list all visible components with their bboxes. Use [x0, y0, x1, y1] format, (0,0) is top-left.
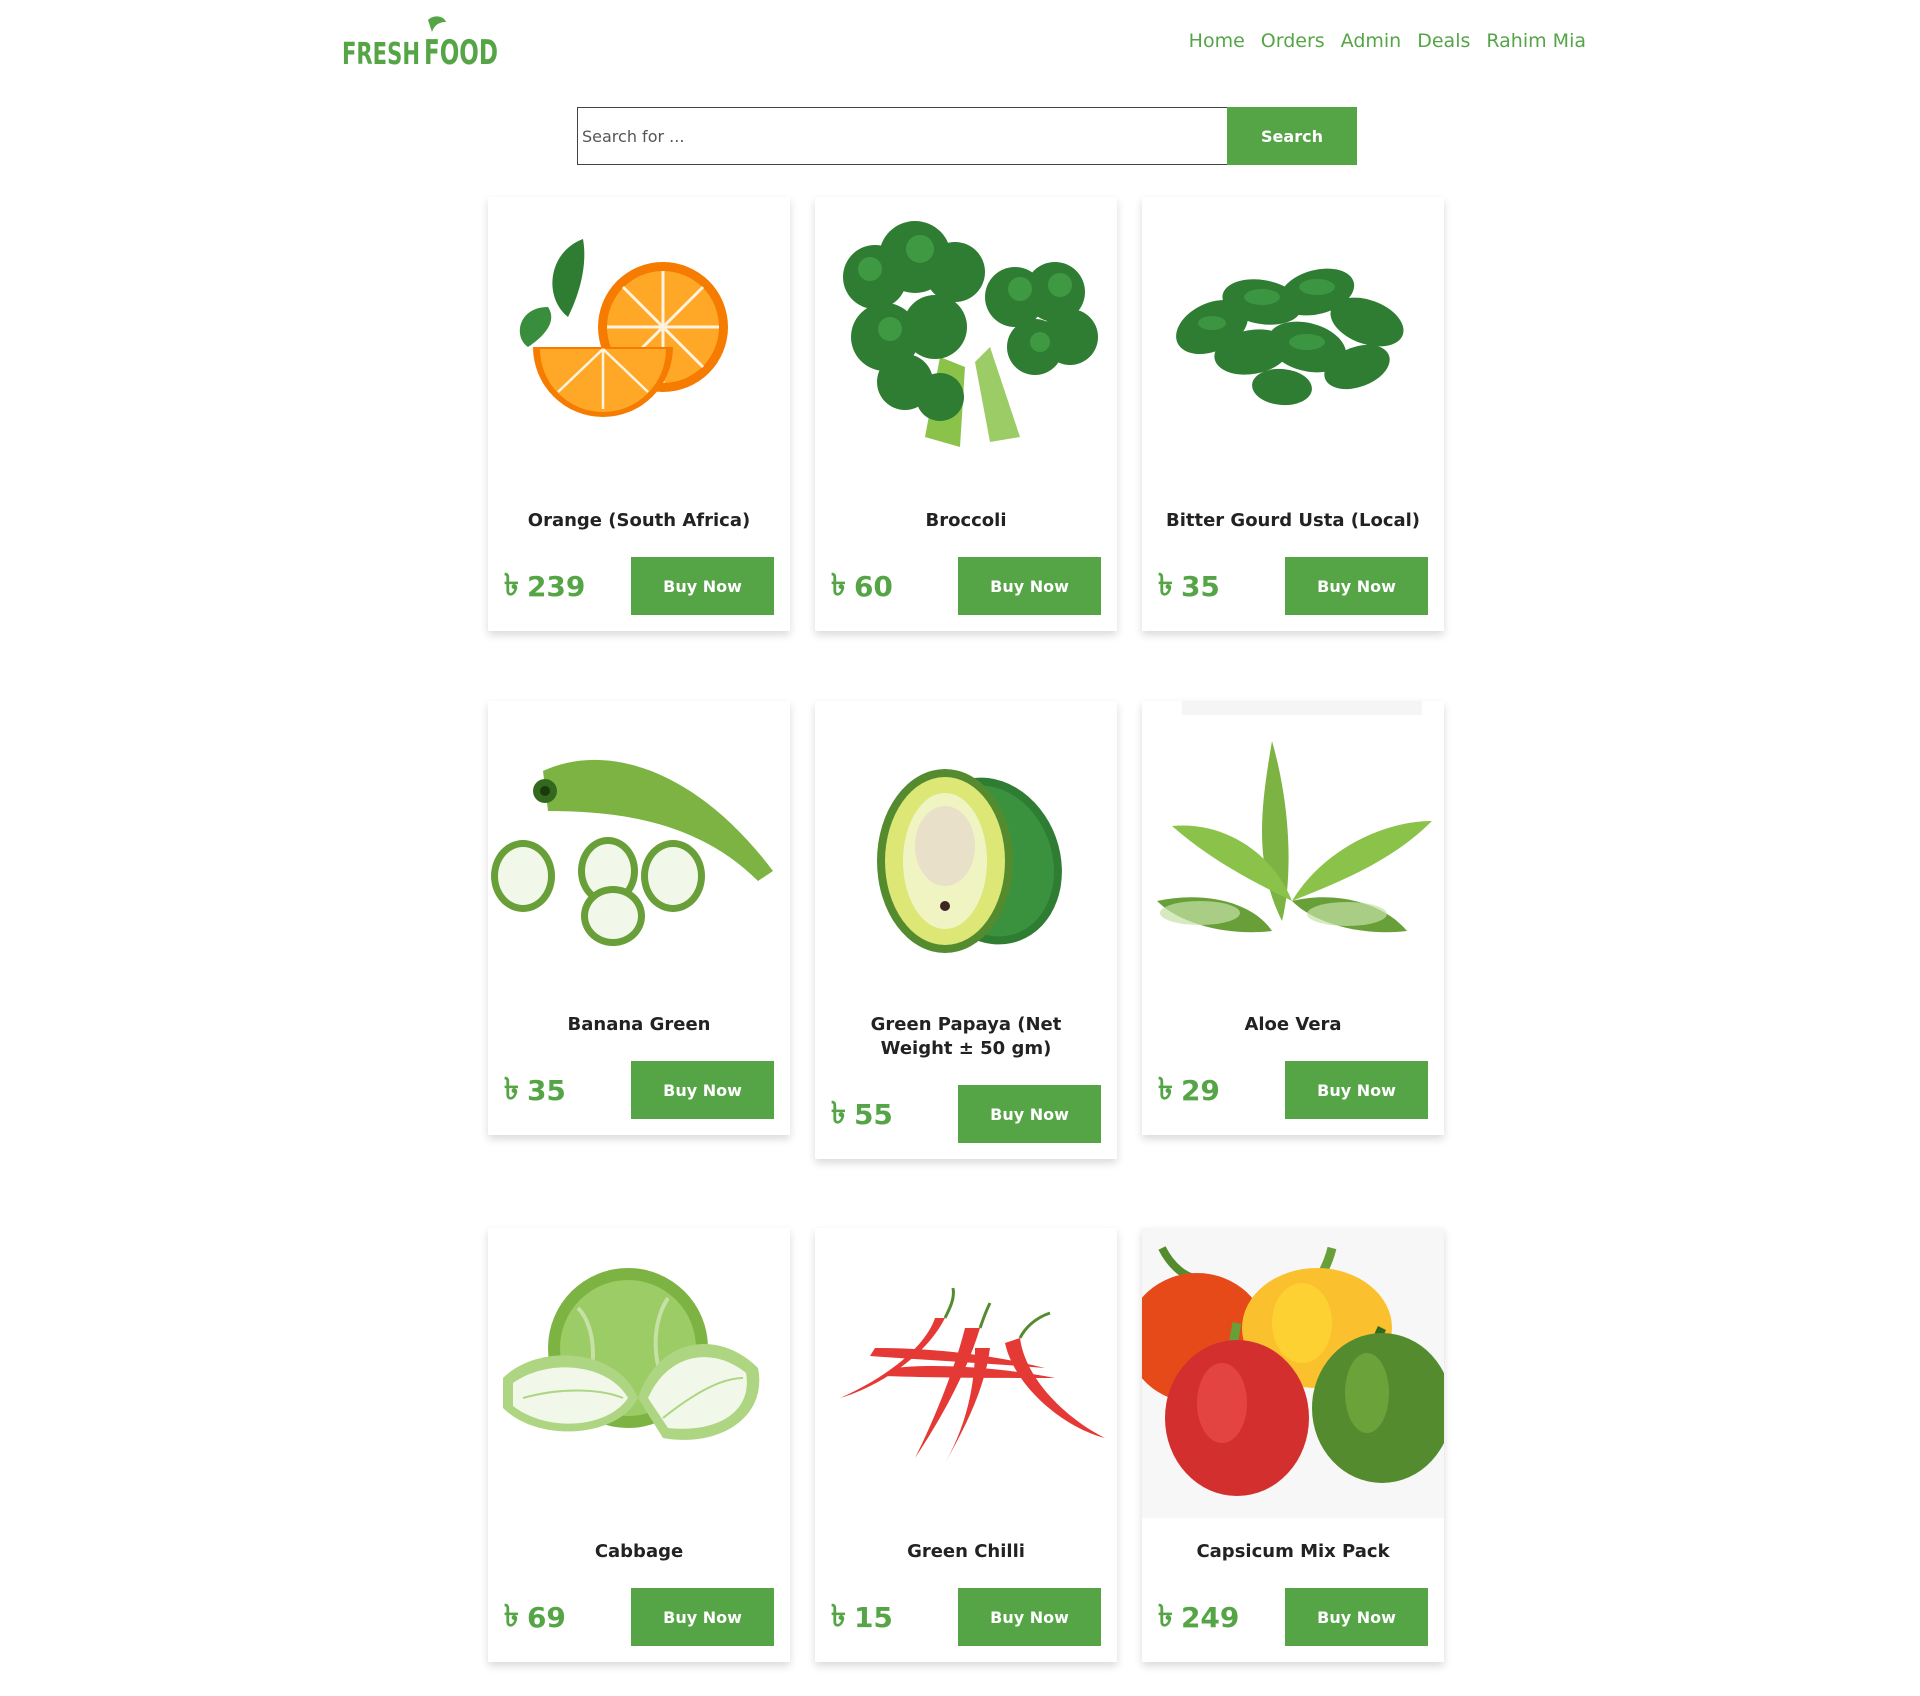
green-banana-icon	[488, 701, 790, 991]
product-card-orange: Orange (South Africa) ৳ 239 Buy Now	[488, 197, 790, 631]
taka-icon: ৳	[504, 1598, 519, 1634]
fresh-food-logo[interactable]: FRESH FOOD	[340, 14, 500, 78]
product-name: Green Papaya (Net Weight ± 50 gm)	[870, 1014, 1062, 1059]
bitter-gourd-icon	[1142, 197, 1444, 487]
product-name: Green Chilli	[907, 1541, 1025, 1562]
nav-admin[interactable]: Admin	[1341, 30, 1402, 52]
product-name: Aloe Vera	[1244, 1014, 1342, 1035]
buy-now-button[interactable]: Buy Now	[958, 557, 1101, 615]
product-price: ৳ 55	[831, 1089, 893, 1140]
buy-now-button[interactable]: Buy Now	[1285, 1588, 1428, 1646]
product-price: ৳ 60	[831, 561, 893, 612]
product-name: Bitter Gourd Usta (Local)	[1165, 510, 1421, 531]
capsicum-icon	[1142, 1228, 1444, 1518]
search-input[interactable]	[577, 107, 1227, 165]
orange-icon	[488, 197, 790, 487]
taka-icon: ৳	[504, 567, 519, 603]
search-button[interactable]: Search	[1227, 107, 1357, 165]
product-name: Capsicum Mix Pack	[1196, 1541, 1390, 1562]
product-card-papaya: Green Papaya (Net Weight ± 50 gm) ৳ 55 Bu…	[815, 701, 1117, 1159]
buy-now-button[interactable]: Buy Now	[631, 1061, 774, 1119]
papaya-icon	[815, 701, 1117, 991]
product-card-chilli: Green Chilli ৳ 15 Buy Now	[815, 1228, 1117, 1662]
product-name: Orange (South Africa)	[527, 510, 751, 531]
product-price: ৳ 15	[831, 1592, 893, 1643]
buy-now-button[interactable]: Buy Now	[958, 1588, 1101, 1646]
nav-orders[interactable]: Orders	[1261, 30, 1325, 52]
product-card-bitter-gourd: Bitter Gourd Usta (Local) ৳ 35 Buy Now	[1142, 197, 1444, 631]
product-card-cabbage: Cabbage ৳ 69 Buy Now	[488, 1228, 790, 1662]
svg-text:FRESH: FRESH	[342, 37, 420, 72]
aloe-vera-icon	[1142, 701, 1444, 991]
buy-now-button[interactable]: Buy Now	[958, 1085, 1101, 1143]
product-card-broccoli: Broccoli ৳ 60 Buy Now	[815, 197, 1117, 631]
taka-icon: ৳	[831, 1095, 846, 1131]
main-nav: Home Orders Admin Deals Rahim Mia	[1189, 30, 1586, 52]
cabbage-icon	[488, 1228, 790, 1518]
product-price: ৳ 249	[1158, 1592, 1239, 1643]
product-card-aloe-vera: Aloe Vera ৳ 29 Buy Now	[1142, 701, 1444, 1135]
buy-now-button[interactable]: Buy Now	[1285, 557, 1428, 615]
product-name: Broccoli	[925, 510, 1007, 531]
nav-user[interactable]: Rahim Mia	[1486, 30, 1586, 52]
taka-icon: ৳	[504, 1071, 519, 1107]
product-name: Cabbage	[594, 1541, 684, 1562]
svg-text:FOOD: FOOD	[424, 33, 498, 73]
nav-home[interactable]: Home	[1189, 30, 1245, 52]
taka-icon: ৳	[831, 567, 846, 603]
taka-icon: ৳	[1158, 567, 1173, 603]
taka-icon: ৳	[1158, 1598, 1173, 1634]
search-bar: Search	[577, 107, 1357, 165]
nav-deals[interactable]: Deals	[1417, 30, 1470, 52]
chilli-icon	[815, 1228, 1117, 1518]
buy-now-button[interactable]: Buy Now	[1285, 1061, 1428, 1119]
product-price: ৳ 29	[1158, 1065, 1220, 1116]
product-card-capsicum: Capsicum Mix Pack ৳ 249 Buy Now	[1142, 1228, 1444, 1662]
broccoli-icon	[815, 197, 1117, 487]
taka-icon: ৳	[1158, 1071, 1173, 1107]
product-price: ৳ 35	[1158, 561, 1220, 612]
buy-now-button[interactable]: Buy Now	[631, 1588, 774, 1646]
product-price: ৳ 239	[504, 561, 585, 612]
taka-icon: ৳	[831, 1598, 846, 1634]
buy-now-button[interactable]: Buy Now	[631, 557, 774, 615]
product-card-banana: Banana Green ৳ 35 Buy Now	[488, 701, 790, 1135]
product-price: ৳ 35	[504, 1065, 566, 1116]
product-price: ৳ 69	[504, 1592, 566, 1643]
product-name: Banana Green	[567, 1014, 711, 1035]
